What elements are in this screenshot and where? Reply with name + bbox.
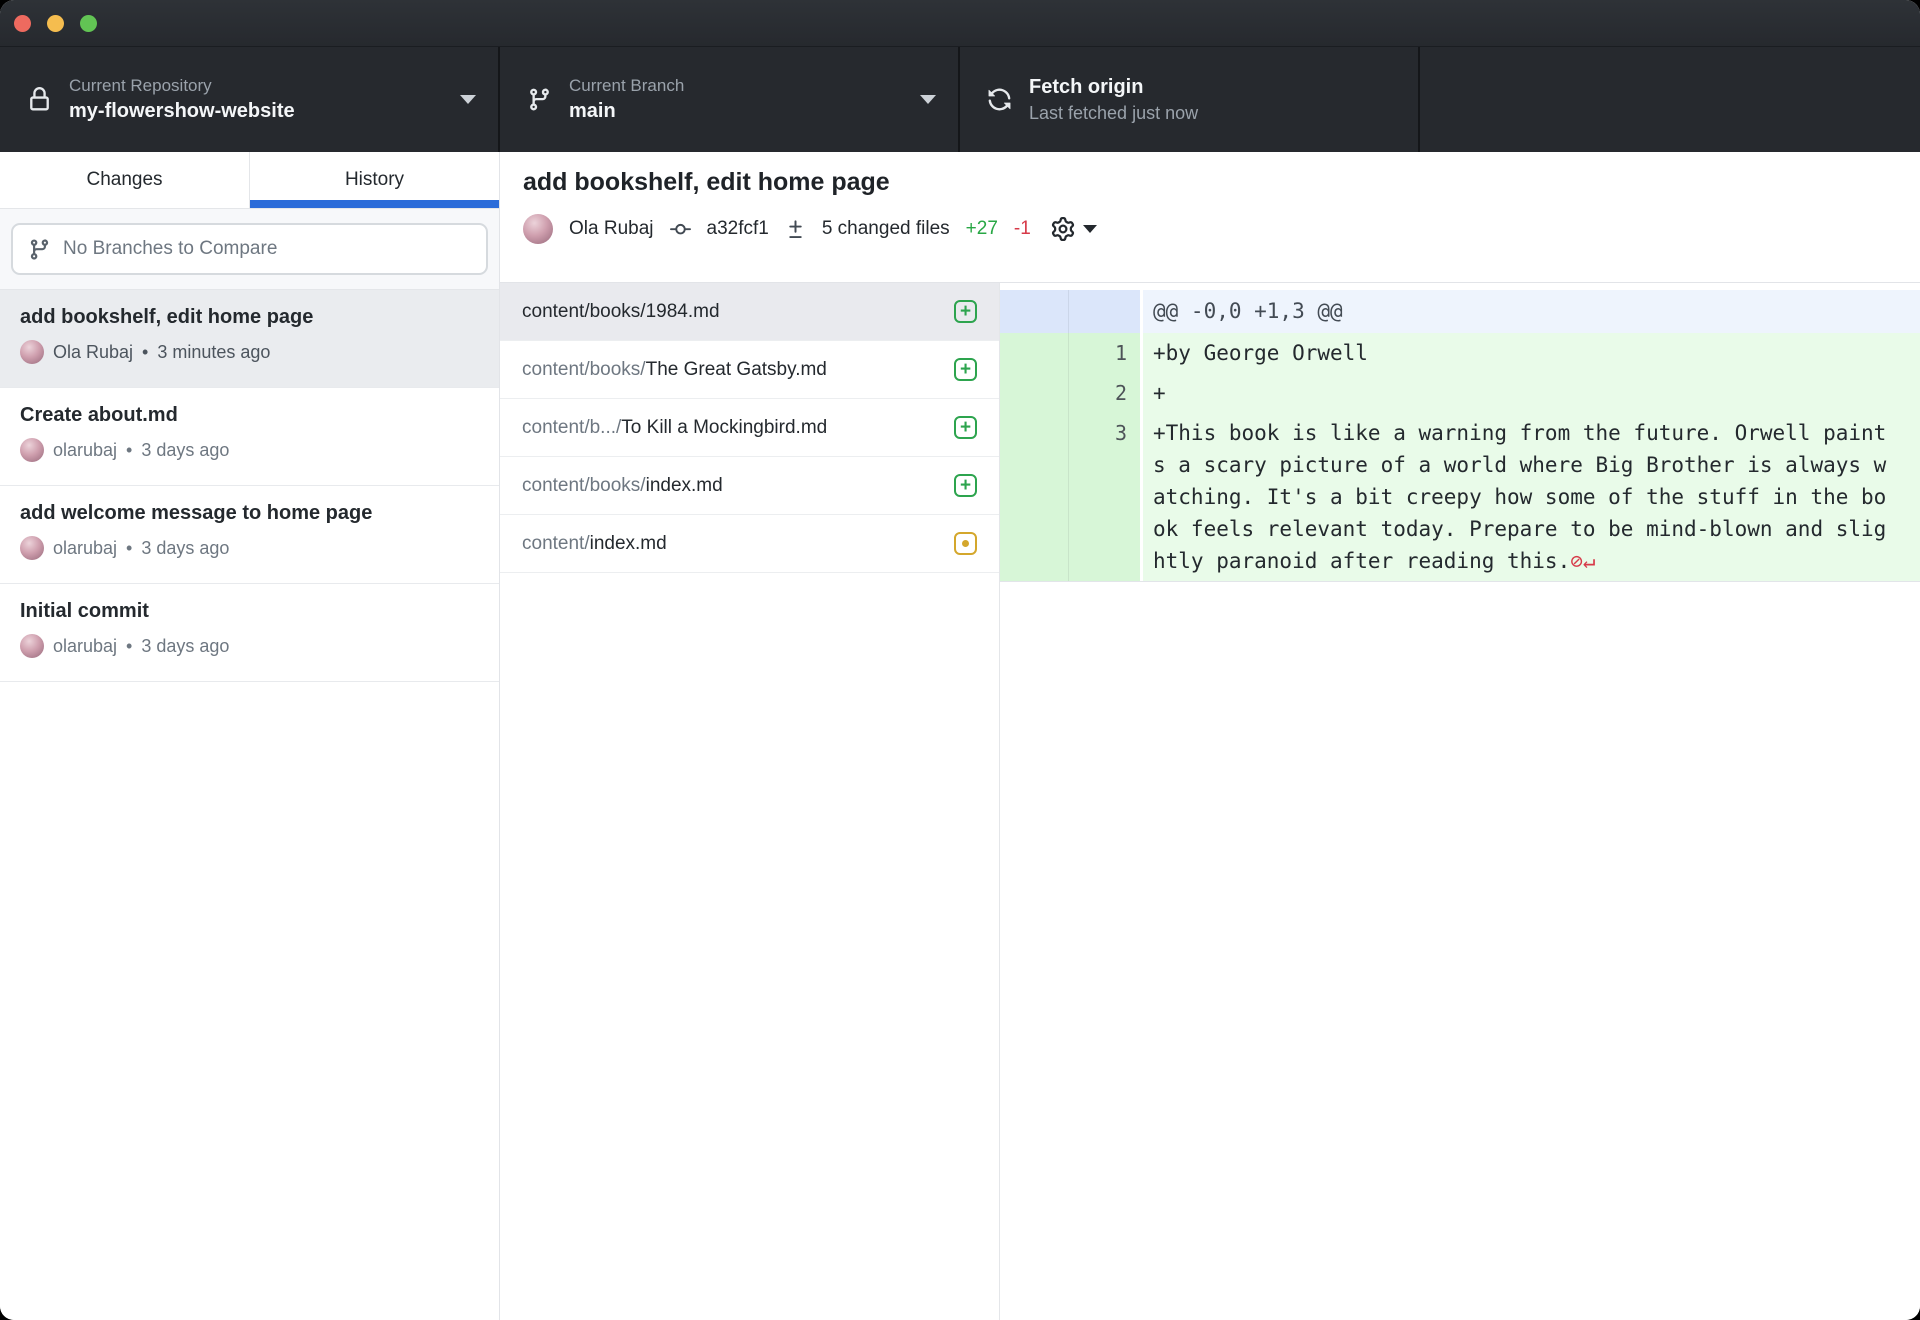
repository-switcher[interactable]: Current Repository my-flowershow-website xyxy=(0,47,500,152)
commit-time: 3 days ago xyxy=(141,636,229,657)
titlebar xyxy=(0,0,1920,47)
app-window: Current Repository my-flowershow-website… xyxy=(0,0,1920,1320)
window-controls xyxy=(14,15,97,32)
diff-modified-icon xyxy=(954,532,977,555)
git-branch-icon xyxy=(28,238,51,261)
tab-changes[interactable]: Changes xyxy=(0,152,250,208)
diff-icon xyxy=(785,219,806,240)
diff-added-line: 1 +by George Orwell xyxy=(1000,333,1920,373)
no-newline-icon: ⊘↵ xyxy=(1570,549,1595,573)
commit-list-item[interactable]: Initial commit olarubaj • 3 days ago xyxy=(0,584,499,682)
branch-name: main xyxy=(569,100,684,123)
avatar xyxy=(20,634,44,658)
file-row[interactable]: content/books/index.md xyxy=(500,457,999,515)
commit-detail-pane: add bookshelf, edit home page Ola Rubaj … xyxy=(500,152,1920,1320)
meta-separator: • xyxy=(126,538,132,559)
tab-history[interactable]: History xyxy=(250,152,499,208)
avatar xyxy=(523,214,553,244)
deletions-count: -1 xyxy=(1014,218,1031,240)
diff-view: @@ -0,0 +1,3 @@ 1 +by George Orwell 2 + xyxy=(1000,283,1920,1320)
commit-list-item[interactable]: add welcome message to home page olaruba… xyxy=(0,486,499,584)
diff-added-line: 2 + xyxy=(1000,373,1920,413)
commit-list-item[interactable]: add bookshelf, edit home page Ola Rubaj … xyxy=(0,290,499,388)
minimize-button[interactable] xyxy=(47,15,64,32)
changed-files-list: content/books/1984.md content/books/The … xyxy=(500,283,1000,1320)
diff-hunk-header: @@ -0,0 +1,3 @@ xyxy=(1000,290,1920,333)
commit-sha: a32fcf1 xyxy=(707,218,769,240)
lock-icon xyxy=(27,87,52,112)
sync-icon xyxy=(987,87,1012,112)
fetch-origin-button[interactable]: Fetch origin Last fetched just now xyxy=(960,47,1420,152)
toolbar-spacer xyxy=(1420,47,1920,152)
commit-author: olarubaj xyxy=(53,440,117,461)
repository-label: Current Repository xyxy=(69,76,295,96)
commit-history-list: add bookshelf, edit home page Ola Rubaj … xyxy=(0,290,499,1320)
diff-added-icon xyxy=(954,474,977,497)
commit-title: add bookshelf, edit home page xyxy=(523,168,1920,197)
file-row[interactable]: content/books/1984.md xyxy=(500,283,999,341)
additions-count: +27 xyxy=(966,218,998,240)
chevron-down-icon xyxy=(1083,225,1097,233)
diff-options-button[interactable] xyxy=(1051,217,1097,241)
branch-compare-filter[interactable]: No Branches to Compare xyxy=(11,223,488,275)
line-number: 1 xyxy=(1069,333,1140,373)
commit-author: Ola Rubaj xyxy=(53,342,133,363)
commit-time: 3 days ago xyxy=(141,538,229,559)
file-row[interactable]: content/books/The Great Gatsby.md xyxy=(500,341,999,399)
zoom-button[interactable] xyxy=(80,15,97,32)
chevron-down-icon xyxy=(920,95,936,104)
meta-separator: • xyxy=(142,342,148,363)
avatar xyxy=(20,340,44,364)
file-row[interactable]: content/index.md xyxy=(500,515,999,573)
branch-filter-placeholder: No Branches to Compare xyxy=(63,238,277,260)
diff-added-line: 3 +This book is like a warning from the … xyxy=(1000,413,1920,581)
line-number: 2 xyxy=(1069,373,1140,413)
meta-separator: • xyxy=(126,440,132,461)
git-branch-icon xyxy=(527,87,552,112)
diff-added-icon xyxy=(954,358,977,381)
gear-icon xyxy=(1051,217,1075,241)
commit-detail-header: add bookshelf, edit home page Ola Rubaj … xyxy=(500,152,1920,283)
commit-author: Ola Rubaj xyxy=(569,218,654,240)
sidebar-tabs: Changes History xyxy=(0,152,499,209)
sidebar: Changes History No Branches to Compare a… xyxy=(0,152,500,1320)
commit-list-item[interactable]: Create about.md olarubaj • 3 days ago xyxy=(0,388,499,486)
branch-filter-row: No Branches to Compare xyxy=(0,209,499,290)
commit-author: olarubaj xyxy=(53,538,117,559)
commit-time: 3 days ago xyxy=(141,440,229,461)
branch-label: Current Branch xyxy=(569,76,684,96)
commit-time: 3 minutes ago xyxy=(157,342,270,363)
fetch-title: Fetch origin xyxy=(1029,76,1198,99)
commit-author: olarubaj xyxy=(53,636,117,657)
git-commit-icon xyxy=(670,219,691,240)
avatar xyxy=(20,536,44,560)
file-row[interactable]: content/b.../To Kill a Mockingbird.md xyxy=(500,399,999,457)
fetch-subtitle: Last fetched just now xyxy=(1029,103,1198,124)
toolbar: Current Repository my-flowershow-website… xyxy=(0,47,1920,152)
diff-added-icon xyxy=(954,300,977,323)
repository-name: my-flowershow-website xyxy=(69,100,295,123)
line-number: 3 xyxy=(1069,413,1140,581)
meta-separator: • xyxy=(126,636,132,657)
diff-added-icon xyxy=(954,416,977,439)
avatar xyxy=(20,438,44,462)
close-button[interactable] xyxy=(14,15,31,32)
chevron-down-icon xyxy=(460,95,476,104)
changed-files-count: 5 changed files xyxy=(822,218,950,240)
branch-switcher[interactable]: Current Branch main xyxy=(500,47,960,152)
